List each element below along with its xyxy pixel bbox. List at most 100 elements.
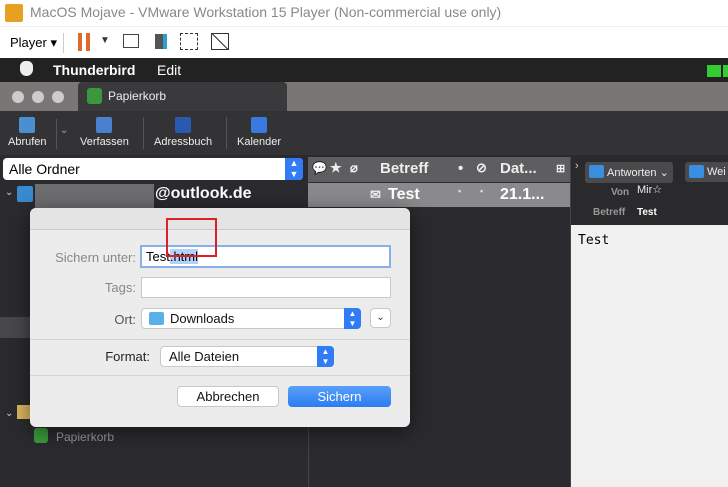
star-icon[interactable]: ☆ xyxy=(652,184,662,196)
divider xyxy=(56,119,57,149)
stepper-icon: ▲ ▼ xyxy=(317,346,334,367)
annotation-highlight-box xyxy=(166,218,217,257)
folder-view-select[interactable]: Alle Ordner ▲ ▼ xyxy=(3,158,303,180)
body-text: Test xyxy=(578,233,610,248)
player-menu[interactable]: Player ▾ xyxy=(10,35,57,51)
format-value: Alle Dateien xyxy=(169,349,240,364)
button-label: Abbrechen xyxy=(196,389,260,404)
folder-trash[interactable]: Papierkorb xyxy=(56,430,114,444)
account-name[interactable]: @outlook.de xyxy=(155,185,251,203)
trash-icon xyxy=(87,88,102,104)
subject-value: Test xyxy=(637,207,657,218)
apple-icon[interactable] xyxy=(20,61,33,76)
button-label: Sichern xyxy=(317,389,362,404)
save-dialog: Sichern unter: Test.html Tags: Ort: Down… xyxy=(30,208,410,427)
button-label: Wei xyxy=(707,166,726,178)
subject-label: Betreff xyxy=(593,207,626,218)
window-controls[interactable] xyxy=(12,91,24,103)
forward-button[interactable]: Wei xyxy=(685,162,728,182)
save-button[interactable]: Sichern xyxy=(288,386,391,407)
vmware-toolbar: Player ▾ ▼ xyxy=(0,26,728,58)
select-value: Alle Ordner xyxy=(9,161,80,177)
get-mail-icon xyxy=(19,117,36,133)
location-value: Downloads xyxy=(170,311,235,326)
button-label: Antworten xyxy=(607,167,657,179)
dialog-title-bar xyxy=(30,208,410,230)
local-folders-icon xyxy=(17,405,31,419)
stepper-icon: ▲ ▼ xyxy=(344,308,361,329)
get-messages-button[interactable]: Abrufen xyxy=(8,117,47,148)
reply-icon xyxy=(589,165,604,178)
divider xyxy=(30,339,410,340)
thread-column-icon[interactable]: 💬 xyxy=(312,161,327,175)
trash-icon xyxy=(34,428,48,443)
main-toolbar: Abrufen ⌄ Verfassen Adressbuch Kalender xyxy=(0,111,728,155)
divider xyxy=(143,117,144,149)
from-label: Von xyxy=(611,187,630,198)
menu-thunderbird[interactable]: Thunderbird xyxy=(53,62,135,78)
redacted-block xyxy=(35,184,154,208)
pause-icon[interactable] xyxy=(78,33,82,51)
fullscreen-icon[interactable] xyxy=(180,33,198,50)
stepper-icon: ▲ ▼ xyxy=(285,158,303,180)
format-popup[interactable]: Alle Dateien ▲ ▼ xyxy=(160,346,334,367)
downloads-folder-icon xyxy=(149,312,164,325)
forward-icon xyxy=(689,165,704,178)
vmware-title-bar: MacOS Mojave - VMware Workstation 15 Pla… xyxy=(0,0,728,26)
removable-devices-icon[interactable] xyxy=(155,34,167,49)
star-column-icon[interactable]: ★ xyxy=(330,160,342,176)
expand-dialog-button[interactable]: ⌄ xyxy=(370,308,391,328)
junk-dot-icon: • xyxy=(480,186,484,196)
calendar-icon xyxy=(251,117,268,133)
button-label: Abrufen xyxy=(8,136,47,148)
divider xyxy=(63,33,64,53)
message-row[interactable]: ✉ Test • • 21.1... xyxy=(308,183,570,207)
save-as-label: Sichern unter: xyxy=(55,250,136,265)
vmware-status-icon xyxy=(707,65,721,77)
envelope-icon: ✉ xyxy=(370,187,381,202)
button-label: Verfassen xyxy=(80,136,129,148)
tags-label: Tags: xyxy=(104,280,136,295)
column-picker-icon[interactable]: ⊞ xyxy=(556,162,565,175)
pause-dropdown-icon[interactable]: ▼ xyxy=(100,35,110,46)
button-label: Kalender xyxy=(237,136,282,148)
reply-button[interactable]: Antworten ⌄ xyxy=(585,162,673,183)
compose-button[interactable]: Verfassen xyxy=(80,117,129,148)
send-ctrl-alt-del-icon[interactable] xyxy=(123,34,139,48)
expand-chevron-icon[interactable]: ⌄ xyxy=(5,408,13,419)
divider xyxy=(30,375,410,376)
junk-column-icon[interactable]: ⊘ xyxy=(476,160,487,176)
format-label: Format: xyxy=(105,349,150,364)
unity-icon[interactable] xyxy=(211,33,229,50)
selected-folder-row[interactable] xyxy=(0,317,30,338)
expand-chevron-icon[interactable]: ⌄ xyxy=(5,187,13,198)
window-title: MacOS Mojave - VMware Workstation 15 Pla… xyxy=(30,4,502,20)
from-value[interactable]: Mir☆ xyxy=(637,183,662,196)
compose-icon xyxy=(96,117,113,133)
cancel-button[interactable]: Abbrechen xyxy=(177,386,279,407)
mac-menu-bar: Thunderbird Edit xyxy=(0,58,728,82)
divider xyxy=(226,117,227,149)
message-body: Test xyxy=(571,225,728,487)
addressbook-icon xyxy=(175,117,192,133)
column-date[interactable]: Dat... xyxy=(500,160,537,177)
attachment-column-icon[interactable]: ⌀ xyxy=(350,160,358,176)
chevron-right-icon[interactable]: › xyxy=(575,160,579,172)
location-popup[interactable]: Downloads ▲ ▼ xyxy=(141,308,361,329)
calendar-button[interactable]: Kalender xyxy=(237,117,281,148)
addressbook-button[interactable]: Adressbuch xyxy=(154,117,212,148)
column-subject[interactable]: Betreff xyxy=(380,160,428,177)
button-label: Adressbuch xyxy=(154,136,213,148)
read-column-icon[interactable]: • xyxy=(458,160,463,177)
message-subject: Test xyxy=(388,186,420,203)
tags-input[interactable] xyxy=(141,277,391,298)
vmware-logo-icon xyxy=(5,4,23,22)
tab-papierkorb[interactable]: Papierkorb xyxy=(78,82,287,111)
get-messages-dropdown-icon[interactable]: ⌄ xyxy=(60,125,68,136)
message-list-header: 💬 ★ ⌀ Betreff • ⊘ Dat... ⊞ xyxy=(308,157,570,182)
account-icon xyxy=(17,186,33,202)
tab-label: Papierkorb xyxy=(108,89,167,103)
menu-edit[interactable]: Edit xyxy=(157,62,181,78)
location-label: Ort: xyxy=(114,312,136,327)
message-date: 21.1... xyxy=(500,186,545,203)
